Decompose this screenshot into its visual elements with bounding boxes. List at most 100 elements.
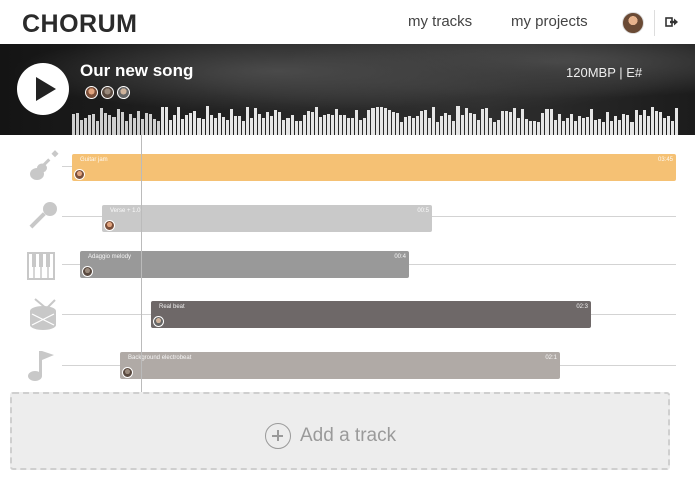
waveform-bar <box>185 115 189 135</box>
add-track-button[interactable]: Add a track <box>10 392 670 470</box>
waveform-bar <box>278 111 282 135</box>
waveform-bar <box>331 115 335 135</box>
clip-owner-avatar <box>74 169 85 180</box>
waveform-bar <box>100 108 104 135</box>
track-clip[interactable]: Guitar jam 03:45 <box>72 154 676 181</box>
waveform-bar <box>569 114 573 135</box>
waveform-bar <box>387 110 391 135</box>
waveform-bar <box>626 115 630 135</box>
waveform-bar <box>654 110 658 135</box>
waveform-bar <box>274 109 278 135</box>
waveform-bar <box>128 114 132 135</box>
nav-my-projects[interactable]: my projects <box>511 13 588 30</box>
waveform-bar <box>148 114 152 135</box>
waveform-bar <box>464 108 468 135</box>
waveform-bar <box>480 109 484 135</box>
collaborator-avatar[interactable] <box>85 86 98 99</box>
waveform-bar <box>343 115 347 135</box>
clip-name: Guitar jam <box>80 157 108 163</box>
waveform-bar <box>225 119 229 135</box>
waveform-bar <box>339 114 343 135</box>
waveform-bar <box>577 116 581 135</box>
waveform-bar <box>411 118 415 135</box>
waveform-bar <box>545 108 549 135</box>
waveform-bar <box>468 112 472 135</box>
waveform-bar <box>496 119 500 135</box>
waveform-bar <box>165 106 169 135</box>
waveform-bar <box>282 119 286 135</box>
waveform-bar <box>189 113 193 135</box>
clip-name: Real beat <box>159 304 185 310</box>
waveform-bar <box>590 109 594 135</box>
waveform-bar <box>302 115 306 135</box>
app-logo[interactable]: CHORUM <box>22 10 138 39</box>
waveform-bar <box>565 117 569 135</box>
waveform-bar <box>322 115 326 135</box>
clip-owner-avatar <box>104 220 115 231</box>
clip-owner-avatar <box>82 266 93 277</box>
collaborator-avatars <box>85 86 130 99</box>
waveform-bar <box>484 107 488 135</box>
waveform-bar <box>96 120 100 135</box>
waveform-bar <box>92 113 96 135</box>
clip-owner-avatar <box>122 367 133 378</box>
waveform-bar <box>241 120 246 135</box>
waveform-bar <box>618 120 622 135</box>
logout-icon[interactable] <box>665 15 679 29</box>
waveform-bar <box>363 117 367 135</box>
waveform-bar <box>440 116 444 135</box>
waveform-bar <box>634 109 638 135</box>
collaborator-avatar[interactable] <box>117 86 130 99</box>
playhead[interactable] <box>141 135 142 392</box>
waveform-bar <box>173 115 177 135</box>
play-button[interactable] <box>17 63 69 115</box>
waveform-bar <box>537 121 541 135</box>
track-row: Guitar jam 03:45 <box>0 149 695 199</box>
waveform-bar <box>606 112 610 135</box>
waveform-bar <box>525 119 529 135</box>
waveform-bar <box>472 114 476 135</box>
waveform-bar <box>237 116 241 135</box>
waveform-bar <box>557 114 561 135</box>
user-avatar[interactable] <box>622 12 644 34</box>
waveform-bar <box>513 108 517 135</box>
clip-duration: 03:45 <box>657 157 673 163</box>
clip-duration: 02:3 <box>576 304 588 310</box>
track-row: Adaggio melody 00:4 <box>0 245 695 295</box>
waveform-bar <box>521 108 525 135</box>
waveform-bar <box>371 108 375 135</box>
waveform-bar <box>642 110 646 135</box>
collaborator-avatar[interactable] <box>101 86 114 99</box>
clip-name: Adaggio melody <box>88 254 132 260</box>
song-waveform[interactable] <box>72 106 679 135</box>
waveform-bar <box>306 111 310 135</box>
track-clip[interactable]: Background electrobeat 02:1 <box>120 352 560 379</box>
add-track-label: Add a track <box>300 425 397 446</box>
track-clip[interactable]: Adaggio melody 00:4 <box>80 251 409 278</box>
waveform-bar <box>594 119 598 135</box>
track-clip[interactable]: Real beat 02:3 <box>151 301 591 328</box>
track-list: Guitar jam 03:45 Verse + 1.0 00:5 Adaggi… <box>0 135 695 390</box>
waveform-bar <box>286 118 290 135</box>
waveform-bar <box>266 112 270 135</box>
waveform-bar <box>436 121 440 135</box>
waveform-bar <box>585 117 589 135</box>
nav-divider <box>654 10 655 36</box>
waveform-bar <box>270 115 274 135</box>
track-row: Background electrobeat 02:1 <box>0 345 695 395</box>
waveform-bar <box>541 113 545 135</box>
track-clip[interactable]: Verse + 1.0 00:5 <box>102 205 432 232</box>
waveform-bar <box>456 106 460 135</box>
guitar-icon <box>30 150 59 180</box>
waveform-bar <box>294 120 298 135</box>
waveform-bar <box>144 112 148 135</box>
nav-my-tracks[interactable]: my tracks <box>408 13 472 30</box>
clip-duration: 00:5 <box>417 208 429 214</box>
waveform-bar <box>355 110 359 135</box>
waveform-bar <box>250 118 254 135</box>
waveform-bar <box>156 121 161 135</box>
song-tempo-key: 120MBP | E# <box>566 65 643 80</box>
waveform-bar <box>221 116 225 135</box>
waveform-bar <box>177 106 181 135</box>
waveform-bar <box>610 120 614 135</box>
